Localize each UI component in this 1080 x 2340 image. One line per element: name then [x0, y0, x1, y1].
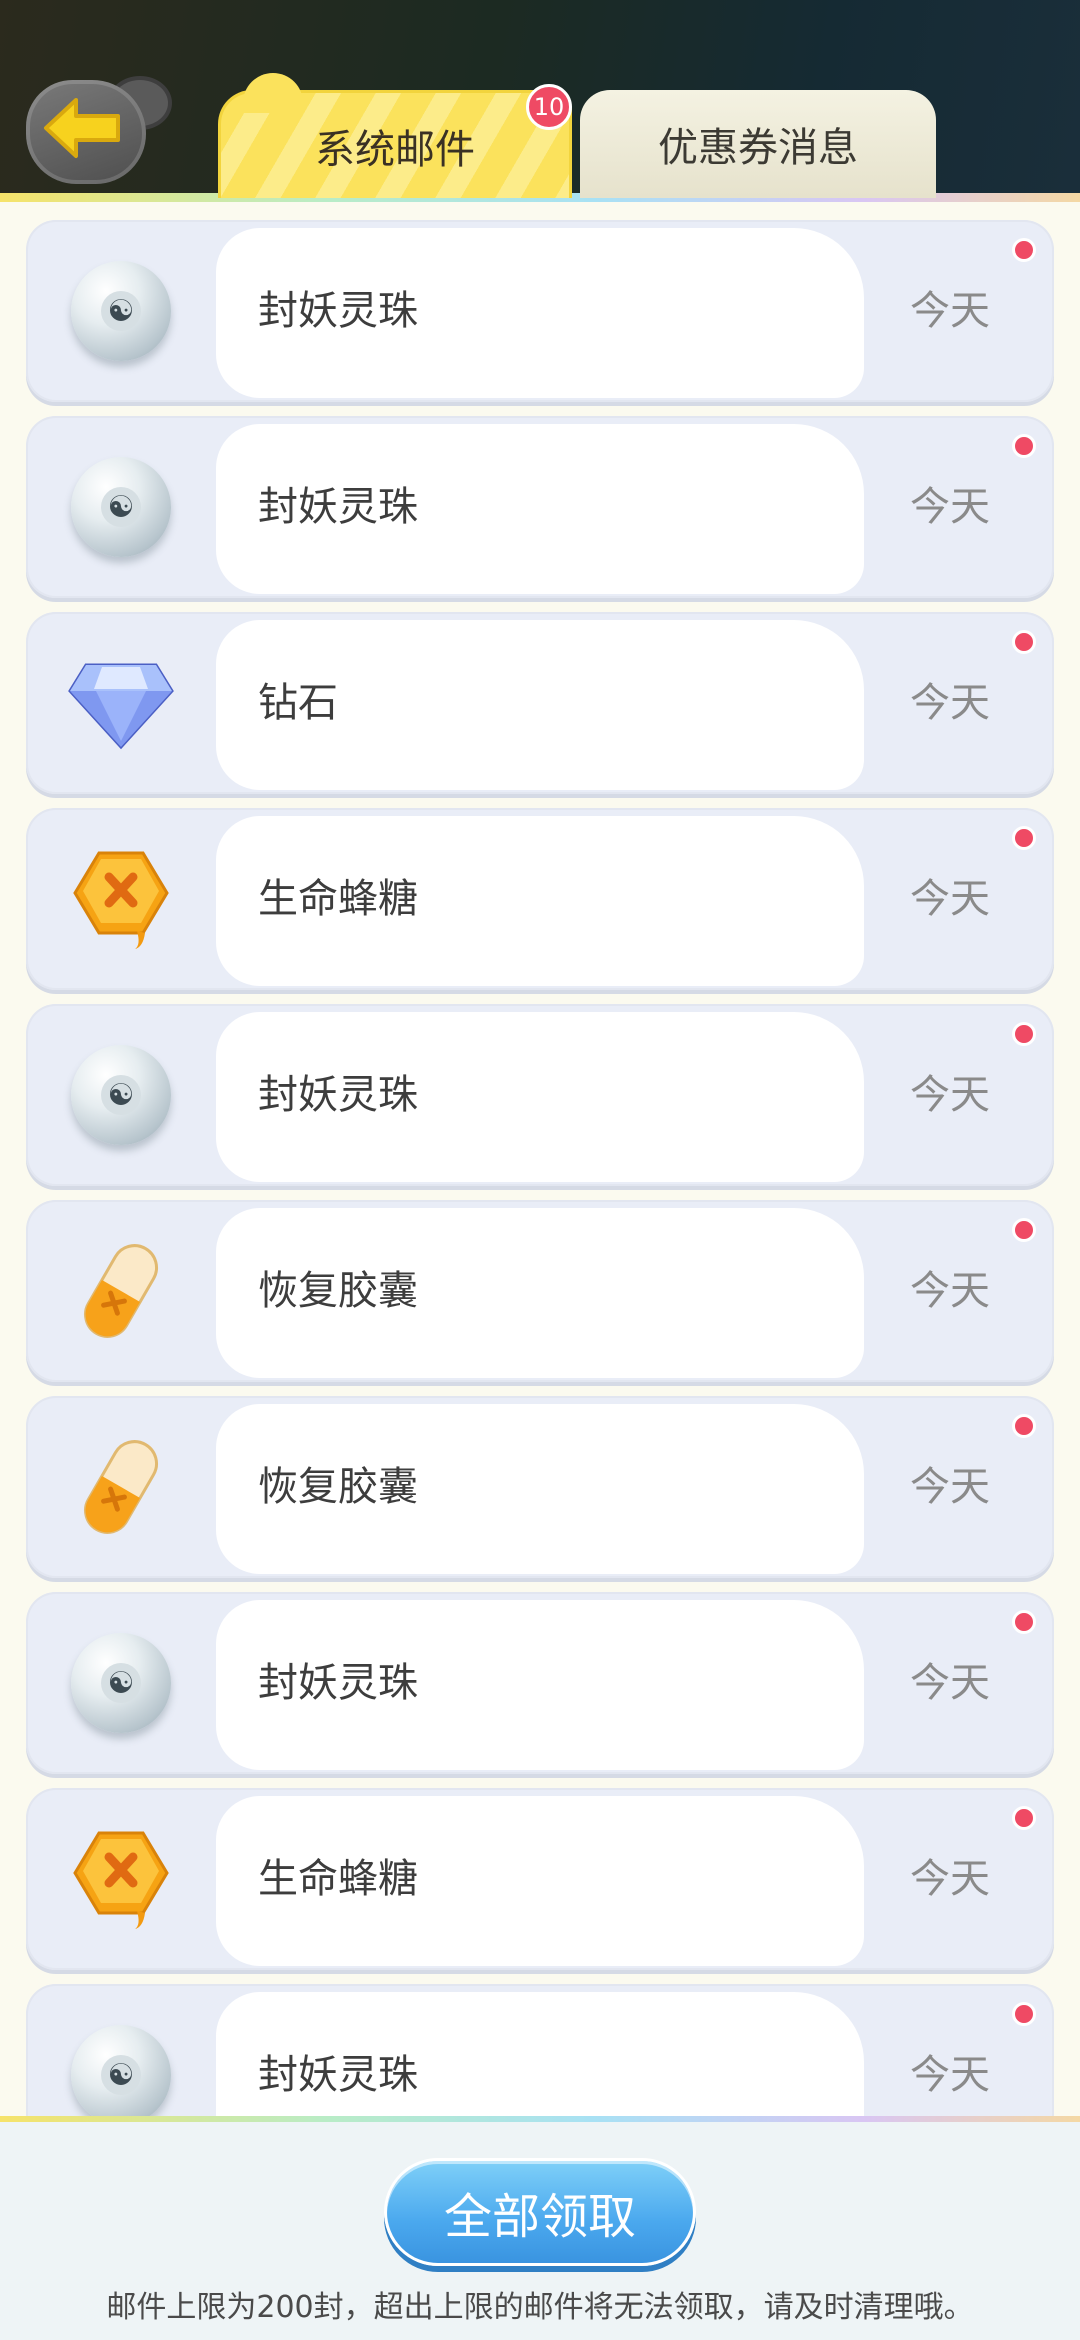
spirit-orb-icon: ☯	[71, 1633, 171, 1733]
mail-item-date: 今天	[910, 1856, 990, 1902]
unread-dot	[1012, 238, 1036, 262]
unread-count-badge: 10	[526, 84, 572, 130]
mail-item-name: 恢复胶囊	[258, 1268, 418, 1314]
mail-item-name: 封妖灵珠	[258, 1072, 418, 1118]
back-button[interactable]	[26, 72, 172, 184]
mail-item-icon-area: ☯	[26, 1004, 216, 1186]
recovery-capsule-icon	[84, 1244, 158, 1338]
mail-item-icon-area	[26, 808, 216, 990]
mail-item-name: 恢复胶囊	[258, 1464, 418, 1510]
unread-dot	[1012, 1218, 1036, 1242]
mail-row[interactable]: 钻石 今天	[26, 612, 1054, 794]
mail-item-icon-area: ☯	[26, 220, 216, 402]
spirit-orb-icon: ☯	[71, 261, 171, 361]
mail-item-date: 今天	[910, 876, 990, 922]
mail-row[interactable]: ☯ 封妖灵珠 今天	[26, 1984, 1054, 2122]
unread-dot	[1012, 434, 1036, 458]
claim-all-label: 全部领取	[443, 2189, 636, 2245]
honey-candy-icon	[73, 851, 169, 949]
unread-dot	[1012, 1610, 1036, 1634]
tab-system-mail[interactable]: 系统邮件	[218, 73, 572, 198]
mail-item-date: 今天	[910, 1464, 990, 1510]
tab-coupon-messages[interactable]: 优惠券消息	[580, 90, 936, 198]
mail-row[interactable]: 生命蜂糖 今天	[26, 808, 1054, 990]
mail-row[interactable]: ☯ 封妖灵珠 今天	[26, 1592, 1054, 1774]
mail-item-name: 封妖灵珠	[258, 484, 418, 530]
mail-item-date: 今天	[910, 2052, 990, 2098]
mail-item-icon-area: ☯	[26, 1984, 216, 2122]
mail-item-icon-area	[26, 1200, 216, 1382]
mail-item-date: 今天	[910, 288, 990, 334]
mail-item-icon-area	[26, 1396, 216, 1578]
honey-candy-icon	[73, 1831, 169, 1929]
unread-dot	[1012, 826, 1036, 850]
spirit-orb-icon: ☯	[71, 1045, 171, 1145]
mail-limit-note: 邮件上限为200封，超出上限的邮件将无法领取，请及时清理哦。	[106, 2290, 974, 2325]
mail-item-date: 今天	[910, 1072, 990, 1118]
mail-item-date: 今天	[910, 484, 990, 530]
mail-item-icon-area: ☯	[26, 1592, 216, 1774]
mail-item-icon-area: ☯	[26, 416, 216, 598]
mail-row[interactable]: ☯ 封妖灵珠 今天	[26, 416, 1054, 598]
unread-dot	[1012, 1414, 1036, 1438]
tab-coupon-messages-label: 优惠券消息	[658, 125, 858, 171]
mail-row[interactable]: 生命蜂糖 今天	[26, 1788, 1054, 1970]
unread-dot	[1012, 1806, 1036, 1830]
claim-all-button[interactable]: 全部领取	[384, 2158, 696, 2266]
mail-item-date: 今天	[910, 1268, 990, 1314]
unread-dot	[1012, 2002, 1036, 2026]
mail-list[interactable]: ☯ 封妖灵珠 今天 ☯ 封妖灵珠 今天 钻石 今天 生命蜂糖 今天 ☯ 封妖灵珠 今天 恢复胶囊 今天 恢复胶…	[0, 202, 1080, 2122]
mail-item-name: 封妖灵珠	[258, 2052, 418, 2098]
mail-row[interactable]: ☯ 封妖灵珠 今天	[26, 220, 1054, 402]
diamond-icon	[68, 663, 174, 750]
mail-item-name: 生命蜂糖	[258, 876, 418, 922]
recovery-capsule-icon	[84, 1440, 158, 1534]
tab-system-mail-label: 系统邮件	[315, 126, 475, 173]
mail-item-name: 封妖灵珠	[258, 1660, 418, 1706]
mail-item-date: 今天	[910, 680, 990, 726]
mail-item-icon-area	[26, 612, 216, 794]
arrow-left-icon	[44, 98, 120, 158]
mail-item-name: 生命蜂糖	[258, 1856, 418, 1902]
mail-item-date: 今天	[910, 1660, 990, 1706]
unread-dot	[1012, 630, 1036, 654]
mail-item-icon-area	[26, 1788, 216, 1970]
spirit-orb-icon: ☯	[71, 457, 171, 557]
mail-row[interactable]: 恢复胶囊 今天	[26, 1396, 1054, 1578]
mail-item-name: 钻石	[258, 680, 338, 726]
mail-item-name: 封妖灵珠	[258, 288, 418, 334]
unread-dot	[1012, 1022, 1036, 1046]
mail-row[interactable]: 恢复胶囊 今天	[26, 1200, 1054, 1382]
mail-row[interactable]: ☯ 封妖灵珠 今天	[26, 1004, 1054, 1186]
spirit-orb-icon: ☯	[71, 2025, 171, 2122]
